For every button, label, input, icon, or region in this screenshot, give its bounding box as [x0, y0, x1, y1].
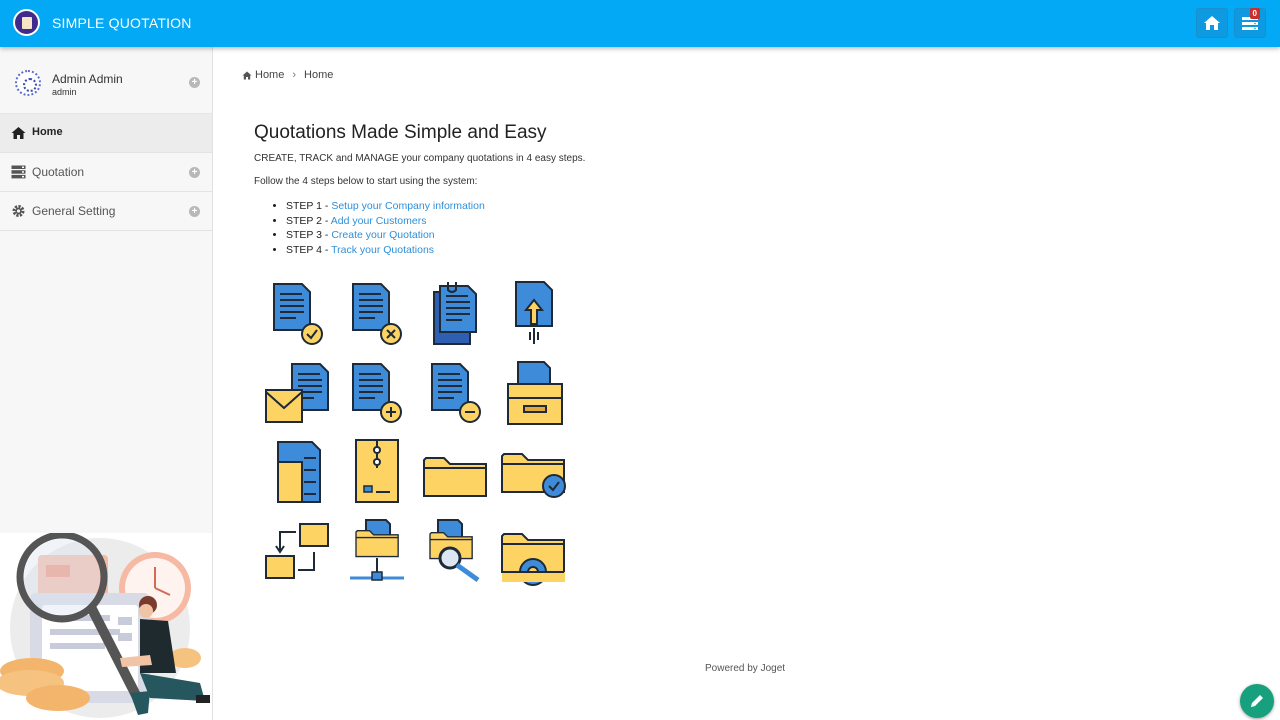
page-title: Quotations Made Simple and Easy: [254, 122, 547, 143]
folder-network-icon: [350, 519, 404, 581]
expand-icon[interactable]: +: [189, 206, 200, 217]
task-count-badge: 0: [1249, 8, 1260, 19]
envelope-folder-icon: [355, 439, 399, 503]
top-bar: SIMPLE QUOTATION 0: [0, 0, 1280, 47]
home-button[interactable]: [1196, 8, 1228, 38]
sidebar: Admin Admin admin + Home Quotation + Gen…: [0, 47, 213, 720]
document-upload-icon: [515, 281, 553, 344]
folder-settings-icon: [501, 533, 565, 586]
document-remove-icon: [431, 363, 481, 423]
chevron-right-icon: ›: [292, 69, 297, 81]
sidebar-item-quotation[interactable]: Quotation +: [0, 153, 212, 192]
step-1-link[interactable]: Setup your Company information: [331, 200, 485, 212]
avatar[interactable]: [15, 70, 41, 96]
sidebar-item-label: Quotation: [32, 165, 85, 179]
app-title[interactable]: SIMPLE QUOTATION: [52, 15, 192, 31]
breadcrumb-current: Home: [304, 69, 334, 81]
breadcrumb: Home › Home: [242, 69, 333, 81]
document-approved-icon: [273, 283, 323, 345]
sidebar-item-general-setting[interactable]: General Setting +: [0, 192, 212, 231]
list-item: STEP 4 - Track your Quotations: [286, 243, 854, 258]
user-expand-icon[interactable]: +: [189, 77, 200, 88]
gear-icon: [12, 205, 25, 217]
document-rejected-icon: [352, 283, 402, 345]
step-3-link[interactable]: Create your Quotation: [331, 229, 434, 241]
list-item: STEP 2 - Add your Customers: [286, 214, 854, 229]
icon-illustration-grid: [265, 281, 566, 586]
mail-document-icon: [265, 363, 329, 423]
follow-text: Follow the 4 steps below to start using …: [254, 176, 478, 187]
step-prefix: STEP 3 -: [286, 229, 332, 241]
list-item: STEP 3 - Create your Quotation: [286, 228, 854, 243]
step-2-link[interactable]: Add your Customers: [331, 215, 427, 227]
sidebar-item-label: Home: [32, 126, 63, 138]
invoice-icon: [277, 441, 321, 503]
folder-search-icon: [429, 519, 480, 583]
folder-check-icon: [501, 453, 566, 498]
breadcrumb-home-link[interactable]: Home: [255, 69, 284, 81]
steps-list: STEP 1 - Setup your Company information …: [286, 199, 854, 257]
list-item: STEP 1 - Setup your Company information: [286, 199, 854, 214]
document-tray-icon: [507, 361, 563, 425]
step-prefix: STEP 2 -: [286, 214, 331, 227]
folder-icon: [423, 457, 487, 497]
step-prefix: STEP 4 -: [286, 243, 332, 256]
user-name: Admin Admin: [52, 72, 123, 86]
documents-clipped-icon: [433, 282, 477, 345]
step-prefix: STEP 1 -: [286, 200, 332, 212]
expand-icon[interactable]: +: [189, 167, 200, 178]
intro-text: CREATE, TRACK and MANAGE your company qu…: [254, 153, 586, 164]
home-icon: [1204, 16, 1220, 30]
server-icon: [11, 165, 26, 179]
document-add-icon: [352, 363, 402, 423]
edit-button[interactable]: [1240, 684, 1274, 718]
sidebar-item-home[interactable]: Home: [0, 114, 212, 153]
sidebar-item-label: General Setting: [32, 204, 116, 218]
app-logo[interactable]: [13, 9, 40, 36]
sidebar-illustration: [0, 533, 212, 720]
main-content: Quotations Made Simple and Easy CREATE, …: [254, 122, 854, 257]
pencil-icon: [1251, 695, 1263, 707]
user-role: admin: [52, 87, 77, 97]
home-icon: [242, 71, 252, 79]
step-4-link[interactable]: Track your Quotations: [331, 244, 434, 256]
user-panel: Admin Admin admin +: [0, 47, 212, 114]
footer-powered-by: Powered by Joget: [705, 663, 786, 674]
tasks-button[interactable]: 0: [1234, 8, 1266, 38]
folder-sync-icon: [265, 523, 329, 579]
home-icon: [11, 127, 26, 139]
